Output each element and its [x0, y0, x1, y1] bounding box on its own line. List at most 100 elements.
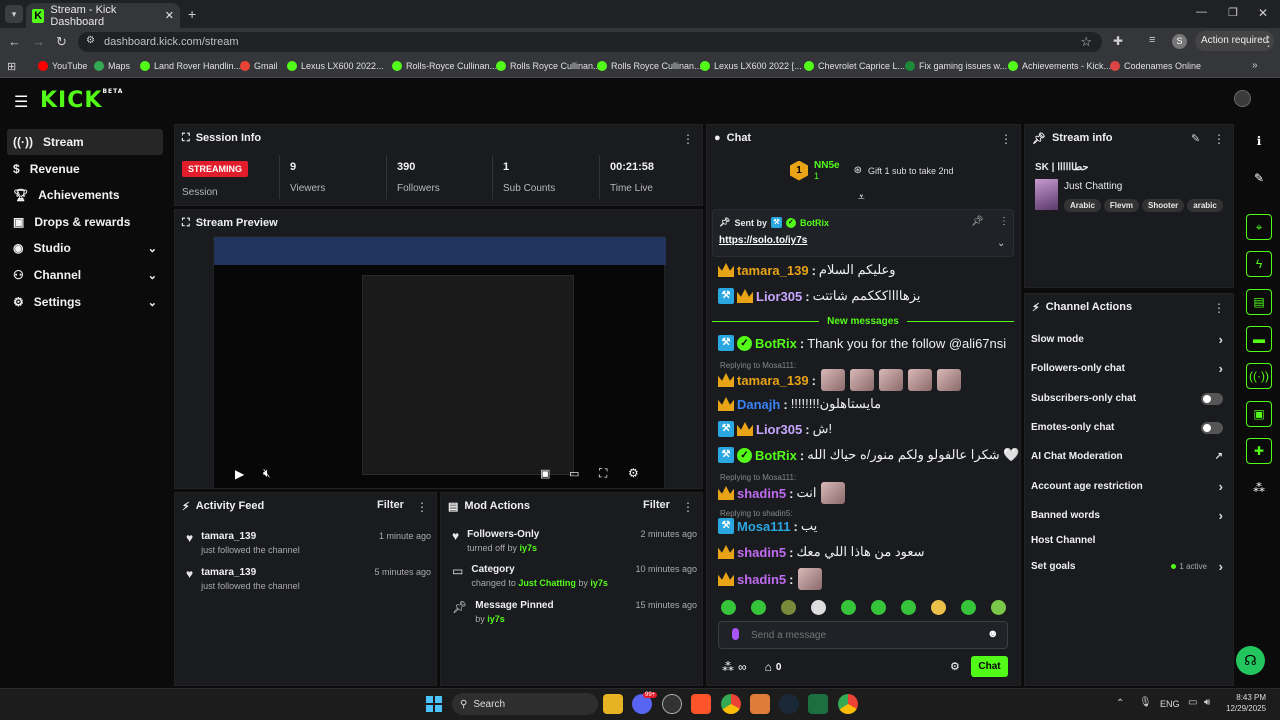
- banned-words-row[interactable]: Banned words ›: [1031, 508, 1227, 523]
- bookmark-item[interactable]: Gmail: [240, 61, 278, 71]
- fullscreen-icon[interactable]: ⛶: [599, 466, 607, 481]
- more-options-icon[interactable]: ⋮: [416, 500, 428, 514]
- reply-context[interactable]: Replying to Mosa111:: [720, 473, 796, 482]
- chat-username[interactable]: Mosa111: [737, 519, 791, 534]
- tag-chip[interactable]: Flevm: [1103, 199, 1140, 212]
- tray-chevron-icon[interactable]: ⌃: [1116, 698, 1124, 709]
- app-icon[interactable]: [750, 694, 770, 714]
- mute-icon[interactable]: 🔇︎: [263, 466, 271, 481]
- category-name[interactable]: Just Chatting: [1064, 181, 1122, 192]
- chat-username[interactable]: Lior305: [756, 422, 802, 437]
- chat-message[interactable]: ⚒ Mosa111: يب: [718, 518, 817, 534]
- bookmark-item[interactable]: YouTube: [38, 61, 87, 71]
- broadcast-icon[interactable]: ((·)): [1246, 363, 1272, 389]
- hamburger-menu-icon[interactable]: ☰: [14, 92, 28, 112]
- slow-mode-row[interactable]: Slow mode ›: [1031, 332, 1227, 347]
- bookmark-item[interactable]: Land Rover Handlin...: [140, 61, 241, 71]
- emotes-only-toggle[interactable]: [1201, 421, 1223, 434]
- back-icon[interactable]: ←: [8, 34, 21, 49]
- chat-username[interactable]: BotRix: [755, 336, 797, 351]
- clip-icon[interactable]: ⌖: [1246, 214, 1272, 240]
- emote-quick-8[interactable]: [931, 600, 946, 615]
- close-tab-icon[interactable]: ✕: [165, 9, 174, 22]
- browser-tab[interactable]: K Stream - Kick Dashboard ✕: [26, 3, 180, 28]
- extensions-icon[interactable]: ✚: [1113, 34, 1123, 48]
- emote-quick-10[interactable]: [991, 600, 1006, 615]
- chat-message[interactable]: ⚒ Lior305: يزهااااكككمم شاتتت: [718, 288, 921, 304]
- mod-action-by[interactable]: iy7s: [520, 543, 538, 553]
- volume-icon[interactable]: 🔊︎: [1204, 697, 1210, 708]
- sidebar-item-studio[interactable]: ◉ Studio ⌄: [7, 235, 163, 261]
- info-icon[interactable]: ℹ: [1246, 128, 1272, 154]
- minimize-icon[interactable]: —: [1196, 6, 1207, 18]
- profile-avatar[interactable]: S: [1172, 34, 1187, 49]
- maximize-icon[interactable]: ❐: [1228, 6, 1238, 19]
- windows-start-icon[interactable]: [426, 696, 442, 712]
- excel-icon[interactable]: [808, 694, 828, 714]
- forward-icon[interactable]: →: [32, 34, 45, 49]
- notes-icon[interactable]: ▤: [1246, 289, 1272, 315]
- chrome-active-icon[interactable]: [838, 694, 858, 714]
- bookmark-item[interactable]: Rolls-Royce Cullinan...: [392, 61, 497, 71]
- pull-down-icon[interactable]: ⩡: [858, 190, 865, 205]
- brave-icon[interactable]: [691, 694, 711, 714]
- gift-label[interactable]: Gift 1 sub to take 2nd: [868, 166, 954, 176]
- kick-logo[interactable]: KICKBETA: [40, 88, 123, 113]
- chat-input-box[interactable]: ☻: [718, 621, 1008, 649]
- pinned-author[interactable]: BotRix: [800, 218, 829, 228]
- emote-quick-1[interactable]: [721, 600, 736, 615]
- bookmark-item[interactable]: Fix gaming issues w...: [905, 61, 1007, 71]
- sidebar-item-achievements[interactable]: 🏆︎ Achievements: [7, 182, 163, 208]
- apps-icon[interactable]: ⊞: [7, 60, 16, 73]
- chat-send-button[interactable]: Chat: [971, 656, 1008, 677]
- chevron-down-icon[interactable]: ⌄: [997, 238, 1005, 249]
- language-indicator[interactable]: ENG: [1160, 699, 1180, 709]
- chat-username[interactable]: tamara_139: [737, 373, 809, 388]
- bookmark-item[interactable]: Chevrolet Caprice L...: [804, 61, 905, 71]
- emote-quick-3[interactable]: [781, 600, 796, 615]
- more-options-icon[interactable]: ⋮: [682, 500, 694, 514]
- window-close-icon[interactable]: ✕: [1258, 6, 1268, 20]
- more-options-icon[interactable]: ⋮: [1213, 132, 1225, 146]
- reload-icon[interactable]: ↻: [56, 34, 67, 50]
- chat-settings-icon[interactable]: ⚙: [950, 660, 960, 673]
- pinned-more-icon[interactable]: ⋮: [999, 216, 1009, 227]
- chat-username[interactable]: BotRix: [755, 448, 797, 463]
- chat-username[interactable]: shadin5: [737, 572, 786, 587]
- sidebar-item-drops[interactable]: ▣ Drops & rewards: [7, 209, 163, 235]
- emote-quick-2[interactable]: [751, 600, 766, 615]
- steam-icon[interactable]: [779, 694, 799, 714]
- more-options-icon[interactable]: ⋮: [1213, 301, 1225, 315]
- chat-message-input[interactable]: [751, 626, 971, 644]
- help-support-button[interactable]: ☊: [1236, 646, 1265, 675]
- followers-only-row[interactable]: Followers-only chat ›: [1031, 361, 1227, 376]
- bookmark-item[interactable]: Achievements - Kick...: [1008, 61, 1111, 71]
- reply-context[interactable]: Replying to shadin5:: [720, 509, 793, 518]
- mod-action-target[interactable]: Just Chatting: [518, 578, 576, 588]
- filter-button[interactable]: Filter: [643, 499, 670, 511]
- mic-tray-icon[interactable]: 🎙︎: [1139, 697, 1152, 708]
- bookmark-item[interactable]: Rolls Royce Cullinan...: [597, 61, 702, 71]
- more-options-icon[interactable]: ⋮: [682, 132, 694, 146]
- chat-username[interactable]: tamara_139: [737, 263, 809, 278]
- settings-gear-icon[interactable]: ⚙: [628, 466, 639, 480]
- pinned-link[interactable]: https://solo.to/iy7s: [719, 235, 807, 246]
- address-bar[interactable]: ⚙ dashboard.kick.com/stream ☆: [78, 32, 1102, 52]
- clock[interactable]: 8:43 PM 12/29/2025: [1226, 692, 1266, 714]
- host-channel-row[interactable]: Host Channel: [1031, 535, 1227, 546]
- chat-message[interactable]: ⚒ ✓ BotRix: Thank you for the follow @ali67…: [718, 335, 1006, 351]
- edit-pencil-icon[interactable]: ✎: [1191, 132, 1200, 145]
- points-icon[interactable]: ⁂: [722, 660, 734, 674]
- bookmark-star-icon[interactable]: ☆: [1080, 34, 1092, 50]
- emote-quick-4[interactable]: [811, 600, 826, 615]
- emote-quick-7[interactable]: [901, 600, 916, 615]
- pip-icon[interactable]: ▣: [540, 467, 550, 480]
- unpin-icon[interactable]: 📌︎: [971, 216, 984, 227]
- theater-icon[interactable]: ▭: [569, 467, 579, 480]
- ai-moderation-row[interactable]: AI Chat Moderation ↗: [1031, 451, 1227, 462]
- taskbar-search[interactable]: ⚲ Search: [452, 693, 598, 715]
- new-tab-icon[interactable]: +: [188, 6, 196, 22]
- more-options-icon[interactable]: ⋮: [1000, 132, 1012, 146]
- github-icon[interactable]: [662, 694, 682, 714]
- chat-username[interactable]: Danajh: [737, 397, 780, 412]
